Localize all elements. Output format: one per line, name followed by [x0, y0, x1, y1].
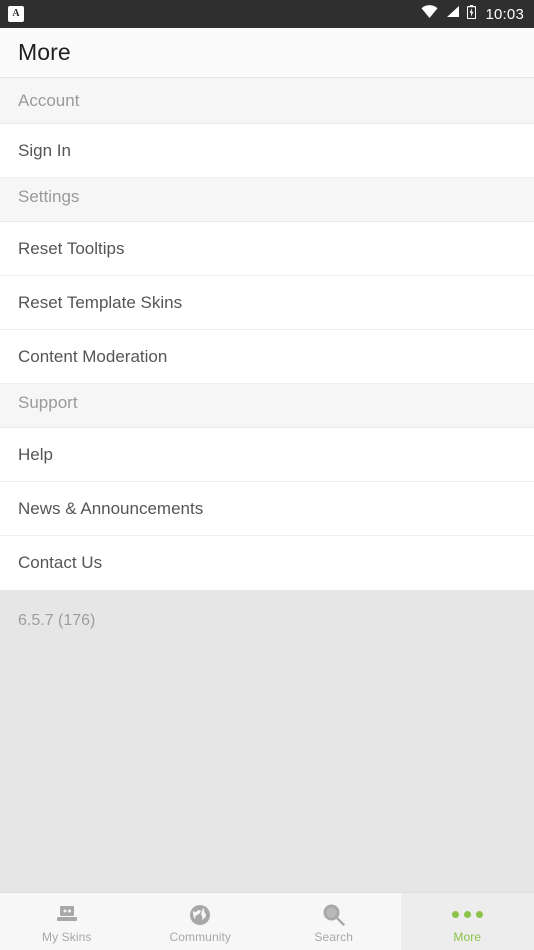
nav-tab-label: Community	[169, 929, 232, 944]
list-item-contact-us[interactable]: Contact Us	[0, 536, 534, 590]
nav-tab-label: My Skins	[42, 929, 92, 944]
list-item-label: Sign In	[18, 140, 71, 160]
nav-tab-more[interactable]: More	[400, 893, 534, 950]
dot	[463, 911, 471, 918]
list-item-label: Help	[18, 444, 53, 464]
list-item-sign-in[interactable]: Sign In	[0, 124, 534, 178]
list-item-label: News & Announcements	[18, 498, 204, 518]
magnifier-icon	[322, 904, 345, 926]
nav-tab-search[interactable]: Search	[267, 893, 401, 950]
section-header-support: Support	[0, 384, 534, 428]
nav-tab-label: More	[453, 929, 482, 944]
battery-icon	[467, 4, 477, 24]
nav-tab-label: Search	[314, 929, 354, 944]
section-header-settings: Settings	[0, 178, 534, 222]
app-bar: More	[0, 28, 534, 78]
list-item-news-announcements[interactable]: News & Announcements	[0, 482, 534, 536]
nav-tab-my-skins[interactable]: My Skins	[0, 893, 134, 950]
list-item-label: Reset Template Skins	[18, 292, 183, 312]
page-title: More	[18, 39, 71, 65]
list-item-label: Reset Tooltips	[18, 238, 125, 258]
status-bar-right: 10:03	[421, 4, 524, 24]
nav-tab-community[interactable]: Community	[133, 893, 267, 950]
status-bar-left: A	[8, 6, 24, 22]
list-item-reset-template-skins[interactable]: Reset Template Skins	[0, 276, 534, 330]
globe-icon	[189, 904, 211, 926]
app-notification-icon: A	[8, 6, 24, 22]
settings-list: Account Sign In Settings Reset Tooltips …	[0, 78, 534, 590]
list-item-label: Contact Us	[18, 553, 103, 572]
status-bar: A 10:03	[0, 0, 534, 28]
app-version-area: 6.5.7 (176)	[0, 590, 534, 630]
settings-scroll-area[interactable]: Account Sign In Settings Reset Tooltips …	[0, 78, 534, 892]
section-header-label: Settings	[18, 187, 80, 206]
list-item-reset-tooltips[interactable]: Reset Tooltips	[0, 222, 534, 276]
three-dots-icon	[451, 904, 483, 926]
section-header-label: Account	[18, 90, 80, 110]
dot	[475, 911, 483, 918]
status-bar-clock: 10:03	[485, 5, 524, 23]
bottom-navigation-bar: My Skins Community Search More	[0, 892, 534, 950]
dot	[451, 911, 459, 918]
list-item-content-moderation[interactable]: Content Moderation	[0, 330, 534, 384]
list-item-help[interactable]: Help	[0, 428, 534, 482]
app-root: A 10:03 More Account Sign In Settings Re…	[0, 0, 534, 950]
list-item-label: Content Moderation	[18, 346, 168, 366]
app-notification-letter: A	[12, 8, 20, 19]
wifi-icon	[421, 5, 438, 23]
cellular-signal-icon	[445, 5, 460, 23]
section-header-label: Support	[18, 393, 78, 412]
app-version-label: 6.5.7 (176)	[18, 612, 96, 629]
section-header-account: Account	[0, 78, 534, 124]
laptop-icon	[55, 904, 79, 926]
